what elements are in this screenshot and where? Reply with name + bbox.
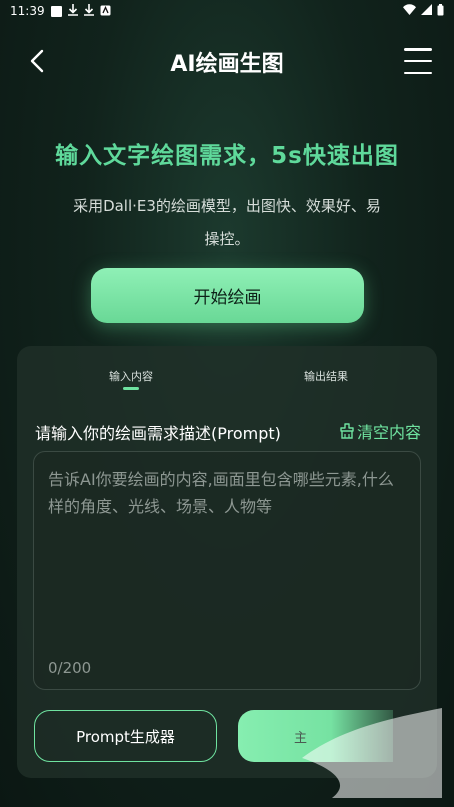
prompt-placeholder: 告诉AI你要绘画的内容,画面里包含哪些元素,什么样的角度、光线、场景、人物等 [48,470,394,516]
signal-icon [421,4,432,18]
battery-icon [437,3,444,19]
prompt-card: 输入内容 输出结果 请输入你的绘画需求描述(Prompt) 清空内容 告诉AI你… [17,346,437,778]
download-icon [67,4,78,18]
page-title: AI绘画生图 [170,52,284,77]
char-count: 0/200 [48,659,92,677]
clear-icon [340,423,354,439]
download-icon [83,4,94,18]
menu-icon-bar [404,48,432,51]
clear-content-button[interactable]: 清空内容 [340,419,421,443]
app-header: AI绘画生图 [0,38,454,84]
status-left: 11:39 [10,4,111,18]
prompt-generator-button[interactable]: Prompt生成器 [34,710,217,762]
prompt-label: 请输入你的绘画需求描述(Prompt) [35,424,281,443]
active-tab-indicator [123,387,139,390]
hero-title: 输入文字绘图需求，5s快速出图 [55,143,399,169]
start-drawing-button[interactable]: 开始绘画 [91,268,364,323]
clear-content-label: 清空内容 [356,423,421,442]
generate-button[interactable]: 主 [238,710,393,762]
app-notification-icon [100,5,111,18]
status-bar: 11:39 [0,0,454,22]
notification-square-icon [50,5,62,17]
menu-button[interactable] [404,48,432,74]
tab-input-content[interactable]: 输入内容 [109,368,153,384]
prompt-input[interactable]: 告诉AI你要绘画的内容,画面里包含哪些元素,什么样的角度、光线、场景、人物等 0… [33,451,421,690]
tab-output-result[interactable]: 输出结果 [304,368,348,384]
status-time: 11:39 [10,4,45,18]
generate-button-label: 主 [294,730,308,746]
hero-description: 采用Dall·E3的绘画模型，出图快、效果好、易操控。 [73,197,381,248]
status-right [403,3,444,19]
menu-icon-bar [404,59,432,63]
menu-icon-bar [404,71,432,74]
wifi-icon [403,4,416,18]
tab-bar: 输入内容 输出结果 [17,368,437,392]
